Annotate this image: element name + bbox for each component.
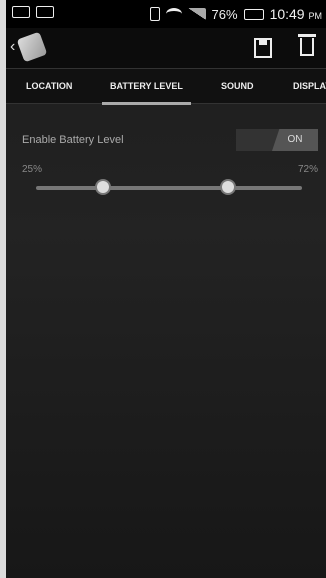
tab-battery-level[interactable]: BATTERY LEVEL — [102, 81, 191, 105]
back-icon[interactable]: ‹ — [10, 38, 15, 56]
slider-low-thumb[interactable] — [96, 181, 109, 193]
action-bar: ‹ — [6, 28, 326, 68]
slider-high-thumb[interactable] — [221, 181, 234, 193]
clock: 10:49 PM — [269, 6, 322, 22]
tab-location[interactable]: LOCATION — [26, 81, 72, 91]
battery-percentage: 76% — [211, 6, 238, 22]
save-icon[interactable] — [254, 38, 272, 58]
image-notification-icon — [36, 6, 54, 18]
battery-icon — [243, 8, 264, 20]
range-min-value: 25% — [22, 164, 43, 175]
battery-level-toggle[interactable]: ON — [236, 129, 318, 151]
tab-display[interactable]: DISPLAY — [293, 81, 326, 91]
battery-range-slider[interactable] — [36, 186, 302, 190]
signal-icon — [187, 8, 206, 20]
wifi-icon — [165, 8, 182, 20]
notification-icon — [12, 6, 30, 18]
vibrate-icon — [149, 7, 160, 21]
range-max-value: 72% — [297, 164, 318, 175]
toggle-on-label: ON — [272, 129, 318, 151]
app-screen: 76% 10:49 PM ‹ LOCATION BATTERY LEVEL SO… — [6, 0, 326, 578]
tab-sound[interactable]: SOUND — [221, 81, 254, 91]
tab-bar: LOCATION BATTERY LEVEL SOUND DISPLAY — [6, 68, 326, 105]
status-bar: 76% 10:49 PM — [6, 0, 326, 28]
trash-icon[interactable] — [298, 34, 316, 56]
app-icon[interactable] — [16, 31, 48, 63]
enable-battery-level-label: Enable Battery Level — [22, 134, 124, 146]
